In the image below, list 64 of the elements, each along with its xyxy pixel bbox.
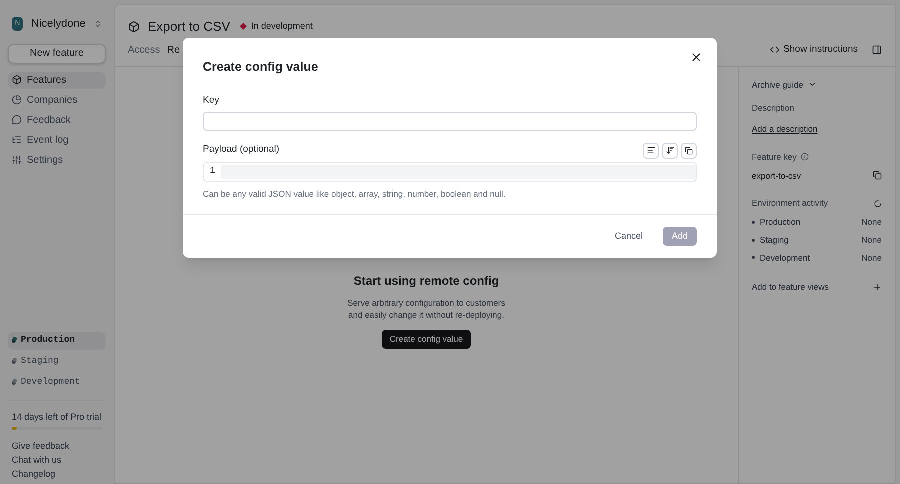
environment-name: Staging [760, 234, 789, 246]
bullet-icon [752, 238, 755, 242]
code-icon [770, 45, 780, 56]
key-input-field[interactable] [203, 112, 697, 131]
line-number: 1 [210, 165, 216, 178]
payload-editor-field[interactable]: 1 [203, 162, 697, 182]
pie-chart-icon [12, 95, 22, 105]
tab[interactable]: Re [167, 42, 180, 66]
trial-text: 14 days left of Pro trial [12, 410, 102, 424]
copy-icon[interactable] [873, 171, 882, 180]
activity-value: None [862, 234, 882, 246]
status-label: In development [251, 20, 313, 33]
activity-value: None [862, 216, 882, 229]
feature-key-value: export-to-csv [752, 170, 802, 182]
tab[interactable]: Access [128, 42, 160, 66]
description-label: Description [752, 102, 796, 115]
info-icon [800, 153, 809, 162]
footer-link[interactable]: Chat with us [12, 454, 102, 466]
payload-hint: Can be any valid JSON value like object, array, string, number, boolean and null. [203, 188, 507, 200]
copy-button[interactable] [681, 142, 697, 159]
empty-state-title: Start using remote config [354, 272, 500, 290]
dialog-title: Create config value [203, 59, 320, 76]
activity-value: None [862, 252, 882, 264]
panel-toggle-icon[interactable] [872, 45, 882, 56]
close-icon[interactable] [690, 51, 703, 64]
list-icon [12, 135, 22, 145]
key-label: Key [203, 94, 220, 108]
nav-item[interactable]: Feedback [8, 112, 106, 128]
environment-item[interactable]: Production [8, 332, 106, 350]
empty-state-description: Serve arbitrary configuration to customers and easily change it without re-deploying. [346, 296, 506, 320]
page-title: Export to CSV [148, 18, 230, 36]
cancel-button[interactable]: Cancel [608, 227, 649, 246]
sort-icon [666, 146, 674, 156]
environment-name: Production [760, 216, 801, 229]
plus-icon[interactable] [873, 283, 882, 292]
create-config-button[interactable]: Create config value [382, 330, 472, 348]
bullet-icon [752, 256, 755, 260]
add-description-link[interactable]: Add a description [752, 123, 882, 136]
sliders-icon [12, 155, 22, 165]
archive-guide[interactable]: Archive guide [752, 78, 804, 92]
format-button[interactable] [643, 142, 659, 159]
chevrons-icon[interactable] [94, 19, 102, 30]
add-to-views-label[interactable]: Add to feature views [752, 281, 830, 294]
feature-key-label: Feature key [752, 150, 797, 164]
nav-item[interactable]: Features [8, 72, 106, 88]
footer-link[interactable]: Give feedback [12, 440, 102, 452]
box-icon [12, 75, 22, 85]
nav-item[interactable]: Settings [8, 152, 106, 168]
new-feature-button[interactable]: New feature [8, 44, 106, 64]
box-icon [128, 20, 140, 33]
align-icon [646, 146, 656, 156]
copy-icon [685, 146, 693, 155]
environment-activity-label: Environment activity [752, 197, 828, 210]
sort-button[interactable] [662, 142, 678, 159]
footer-link[interactable]: Changelog [12, 468, 102, 480]
bullet-icon [752, 220, 755, 224]
workspace-name: Nicelydone [31, 17, 86, 32]
payload-label: Payload (optional) [203, 142, 280, 156]
loading-icon [874, 200, 882, 208]
environment-name: Development [760, 252, 810, 264]
nav-item[interactable]: Companies [8, 92, 106, 108]
speech-bubble-icon [12, 115, 22, 125]
nav-item[interactable]: Event log [8, 132, 106, 148]
show-instructions-button[interactable]: Show instructions [770, 43, 858, 58]
